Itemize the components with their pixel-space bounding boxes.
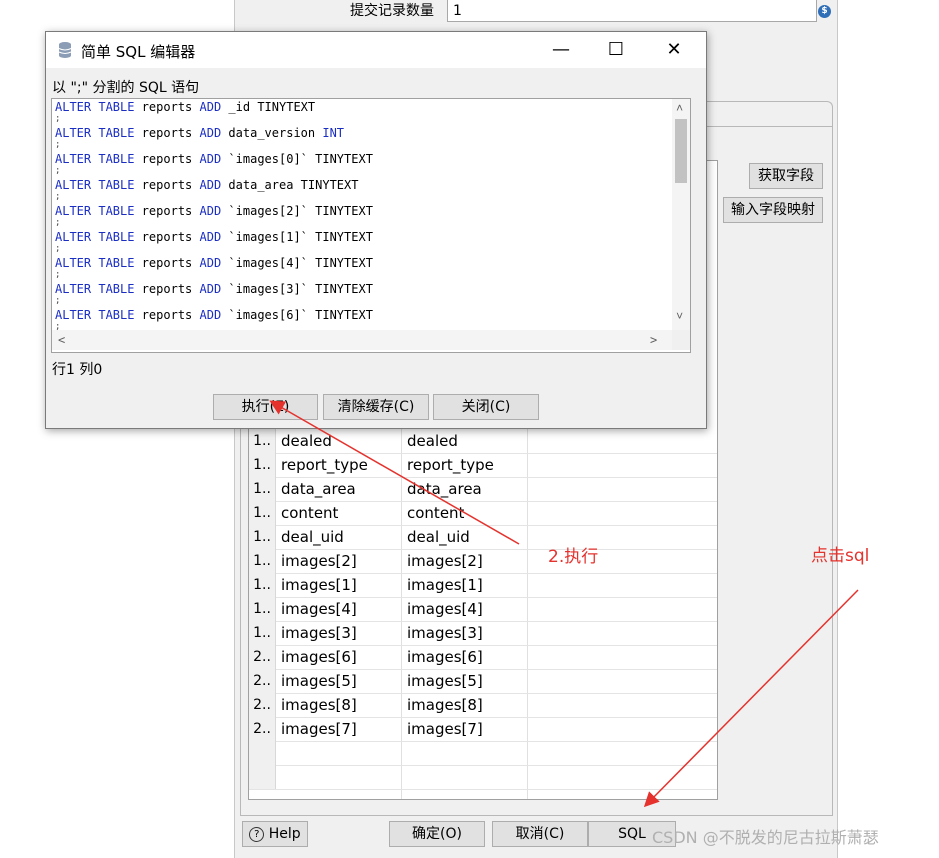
annotation-arrows: [269, 400, 859, 808]
annotation-execute: 2.执行: [548, 547, 599, 567]
watermark: CSDN @不脱发的尼古拉斯萧瑟: [652, 828, 879, 847]
arrow-to-sql: [643, 589, 859, 808]
annotation-click-sql: 点击sql: [811, 546, 870, 566]
arrow-to-execute: [269, 400, 520, 545]
